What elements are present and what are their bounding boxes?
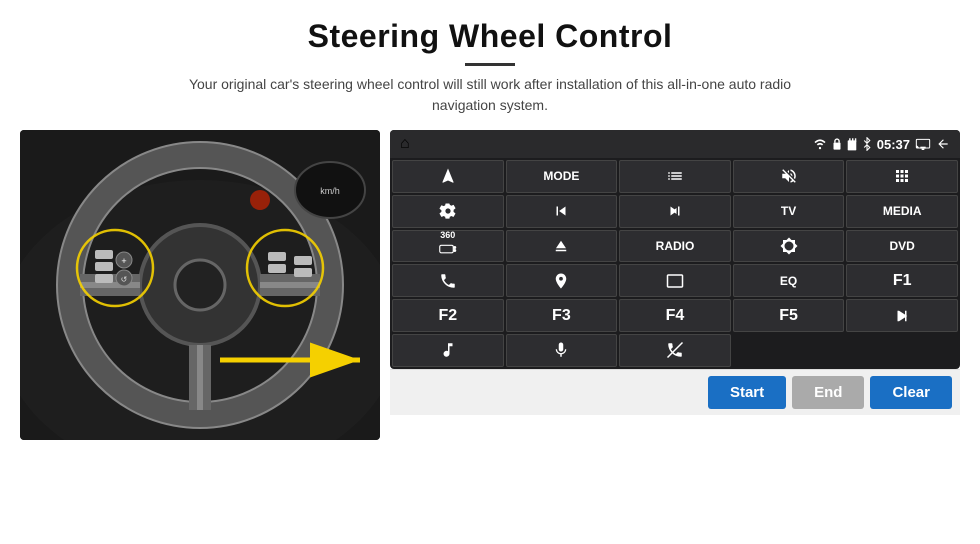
apps-button[interactable] (846, 160, 958, 193)
nav-button[interactable] (392, 160, 504, 193)
brightness-button[interactable] (733, 230, 845, 263)
playpause-button[interactable] (846, 299, 958, 332)
music-button[interactable] (392, 334, 504, 367)
svg-text:+: + (121, 256, 126, 266)
header-description: Your original car's steering wheel contr… (160, 74, 820, 116)
back-icon[interactable] (936, 137, 950, 151)
steering-wheel-image: + ↺ km/h (20, 130, 380, 440)
page-header: Steering Wheel Control Your original car… (0, 0, 980, 122)
status-time: 05:37 (877, 137, 910, 152)
screen-button[interactable] (619, 264, 731, 297)
map-button[interactable] (506, 264, 618, 297)
phone-end-button[interactable] (619, 334, 731, 367)
svg-text:↺: ↺ (121, 275, 128, 284)
f5-button[interactable]: F5 (733, 299, 845, 332)
f2-button[interactable]: F2 (392, 299, 504, 332)
mic-button[interactable] (506, 334, 618, 367)
lock-icon (832, 137, 842, 151)
page-title: Steering Wheel Control (40, 18, 940, 55)
bottom-action-bar: Start End Clear (390, 369, 960, 415)
radio-button[interactable]: RADIO (619, 230, 731, 263)
header-divider (465, 63, 515, 66)
bluetooth-icon (862, 137, 872, 151)
content-area: + ↺ km/h (0, 130, 980, 544)
media-button[interactable]: MEDIA (846, 195, 958, 228)
f4-button[interactable]: F4 (619, 299, 731, 332)
eject-button[interactable] (506, 230, 618, 263)
status-icons: 05:37 (813, 137, 950, 152)
stereo-full-panel: ⌂ (390, 130, 960, 415)
cam360-button[interactable]: 360 (392, 230, 504, 263)
mute-button[interactable] (733, 160, 845, 193)
next-button[interactable] (619, 195, 731, 228)
dvd-button[interactable]: DVD (846, 230, 958, 263)
f3-button[interactable]: F3 (506, 299, 618, 332)
mode-button[interactable]: MODE (506, 160, 618, 193)
tv-button[interactable]: TV (733, 195, 845, 228)
home-icon[interactable]: ⌂ (400, 135, 410, 153)
eq-button[interactable]: EQ (733, 264, 845, 297)
prev-button[interactable] (506, 195, 618, 228)
f1-button[interactable]: F1 (846, 264, 958, 297)
end-button[interactable]: End (792, 376, 864, 409)
svg-text:km/h: km/h (320, 186, 340, 196)
list-button[interactable] (619, 160, 731, 193)
phone-button[interactable] (392, 264, 504, 297)
sd-icon (847, 137, 857, 151)
stereo-panel: ⌂ (390, 130, 960, 369)
status-bar: ⌂ (390, 130, 960, 158)
start-button[interactable]: Start (708, 376, 786, 409)
settings-button[interactable] (392, 195, 504, 228)
cast-icon (915, 138, 931, 150)
wifi-icon (813, 138, 827, 150)
button-grid: MODE (390, 158, 960, 369)
clear-button[interactable]: Clear (870, 376, 952, 409)
